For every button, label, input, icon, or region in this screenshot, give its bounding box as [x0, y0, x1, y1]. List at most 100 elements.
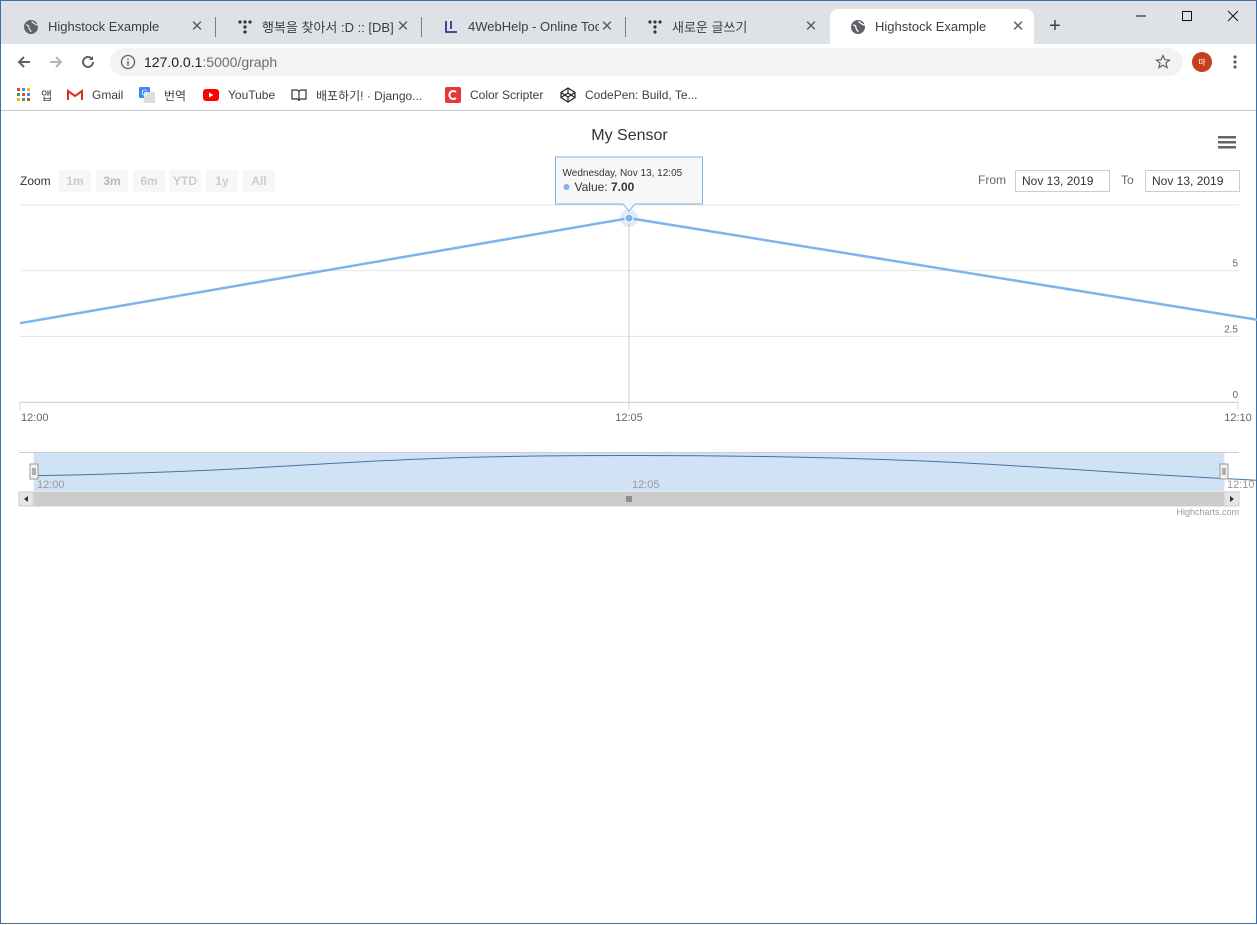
close-icon[interactable]: ✕: [599, 18, 615, 35]
navigator-right-handle[interactable]: [1219, 463, 1229, 480]
tooltip-box: [555, 156, 703, 212]
4webhelp-icon: [443, 19, 459, 35]
x-tick-label: 12:05: [615, 412, 643, 424]
navigator-tick-label: 12:00: [37, 479, 65, 491]
codepen-icon: [560, 87, 576, 103]
navigator-tick-label: 12:10: [1227, 479, 1255, 491]
browser-toolbar: 127.0.0.1:5000/graph 마: [1, 44, 1256, 80]
series-line-value[interactable]: [19, 216, 1257, 376]
maximize-button[interactable]: [1164, 1, 1210, 31]
zoom-all-button[interactable]: All: [243, 170, 275, 192]
tab-blog-db[interactable]: 행복을 찾아서 :D :: [DB] 기 ✕: [217, 9, 419, 44]
close-icon[interactable]: ✕: [189, 18, 205, 35]
y-tick-label: 0: [1232, 390, 1238, 401]
tab-separator: [421, 17, 422, 37]
bookmark-apps[interactable]: 앱: [16, 85, 52, 105]
translate-icon: G: [139, 87, 155, 103]
tooltip-date: Wednesday, Nov 13, 12:05: [563, 168, 683, 179]
reload-button[interactable]: [76, 50, 100, 74]
tab-highstock-active[interactable]: Highstock Example ✕: [830, 9, 1034, 44]
profile-avatar[interactable]: 마: [1192, 52, 1212, 72]
credits-link[interactable]: Highcharts.com: [1151, 507, 1239, 517]
maximize-icon: [1182, 11, 1192, 21]
chart-menu-icon[interactable]: [1217, 134, 1237, 150]
scrollbar-thumb[interactable]: [34, 492, 1224, 506]
tooltip-series-label: Value: 7.00: [575, 180, 635, 194]
bookmark-translate[interactable]: G 번역: [139, 85, 186, 105]
from-date-input[interactable]: Nov 13, 2019: [1015, 170, 1110, 192]
youtube-icon: [203, 87, 219, 103]
url-path: :5000/graph: [202, 54, 278, 70]
apps-grid-icon: [16, 87, 32, 103]
close-icon[interactable]: ✕: [1010, 18, 1026, 35]
star-icon[interactable]: [1155, 54, 1171, 70]
scrollbar-right-button[interactable]: [1224, 491, 1240, 507]
bookmark-django[interactable]: 배포하기! · Django...: [291, 85, 422, 105]
tab-separator: [625, 17, 626, 37]
tab-separator: [215, 17, 216, 37]
close-icon[interactable]: ✕: [803, 18, 819, 35]
close-window-button[interactable]: [1210, 1, 1256, 31]
forward-button[interactable]: [44, 50, 68, 74]
navigator-series: [33, 455, 1257, 481]
book-icon: [291, 87, 307, 103]
bookmark-youtube[interactable]: YouTube: [203, 85, 275, 105]
tab-4webhelp[interactable]: 4WebHelp - Online Tools ✕: [423, 9, 623, 44]
navigator-mask[interactable]: [34, 453, 1224, 491]
globe-icon: [23, 19, 39, 35]
address-bar[interactable]: 127.0.0.1:5000/graph: [110, 48, 1183, 76]
zoom-label: Zoom: [20, 174, 51, 188]
browser-menu-button[interactable]: [1227, 52, 1243, 72]
bookmark-label: Gmail: [92, 88, 124, 102]
color-scripter-icon: [445, 87, 461, 103]
tistory-icon: [647, 19, 663, 35]
zoom-6m-button[interactable]: 6m: [133, 170, 165, 192]
tab-new-post[interactable]: 새로운 글쓰기 ✕: [627, 9, 827, 44]
to-label: To: [1121, 173, 1134, 187]
x-tick-label: 12:10: [1224, 412, 1252, 424]
point-halo: [620, 209, 638, 228]
browser-window: Highstock Example ✕ 행복을 찾아서 :D :: [DB] 기…: [0, 0, 1257, 924]
tab-title: Highstock Example: [875, 19, 987, 34]
bookmark-color-scripter[interactable]: Color Scripter: [445, 85, 543, 105]
bookmark-codepen[interactable]: CodePen: Build, Te...: [560, 85, 698, 105]
svg-text:G: G: [142, 89, 148, 98]
arrow-left-icon: [17, 56, 30, 68]
arrow-right-icon: [1230, 496, 1234, 502]
tooltip-value: 7.00: [611, 180, 635, 194]
chart-title: My Sensor: [591, 127, 668, 144]
close-icon[interactable]: ✕: [395, 18, 411, 35]
scrollbar-track[interactable]: [18, 491, 1240, 507]
bookmark-label: 앱: [41, 88, 53, 103]
zoom-3m-button[interactable]: 3m: [96, 170, 128, 192]
arrow-right-icon: [50, 56, 63, 68]
tab-title: 4WebHelp - Online Tools: [468, 19, 599, 34]
tab-highstock-1[interactable]: Highstock Example ✕: [3, 9, 213, 44]
tab-title: 행복을 찾아서 :D :: [DB] 기: [262, 20, 395, 35]
zoom-1m-button[interactable]: 1m: [59, 170, 91, 192]
url-host: 127.0.0.1: [144, 54, 203, 70]
new-tab-button[interactable]: +: [1044, 15, 1066, 37]
minimize-button[interactable]: [1118, 1, 1164, 31]
reload-icon: [82, 55, 94, 68]
to-date-input[interactable]: Nov 13, 2019: [1145, 170, 1240, 192]
back-button[interactable]: [12, 50, 36, 74]
tab-title: 새로운 글쓰기: [672, 20, 748, 35]
gmail-icon: [67, 87, 83, 103]
tab-title: Highstock Example: [48, 19, 160, 34]
minimize-icon: [1136, 15, 1146, 17]
zoom-ytd-button[interactable]: YTD: [169, 170, 201, 192]
navigator-left-handle[interactable]: [29, 463, 39, 480]
from-label: From: [978, 173, 1006, 187]
zoom-1y-button[interactable]: 1y: [206, 170, 238, 192]
data-point[interactable]: [624, 213, 634, 223]
bookmark-label: CodePen: Build, Te...: [585, 88, 698, 102]
y-tick-label: 5: [1232, 259, 1238, 270]
bookmark-label: Color Scripter: [470, 88, 544, 102]
bookmark-label: 번역: [164, 88, 187, 103]
close-icon: [1227, 10, 1239, 22]
scrollbar-left-button[interactable]: [18, 491, 34, 507]
info-icon[interactable]: [120, 54, 136, 70]
bookmark-gmail[interactable]: Gmail: [67, 85, 123, 105]
globe-icon: [850, 19, 866, 35]
